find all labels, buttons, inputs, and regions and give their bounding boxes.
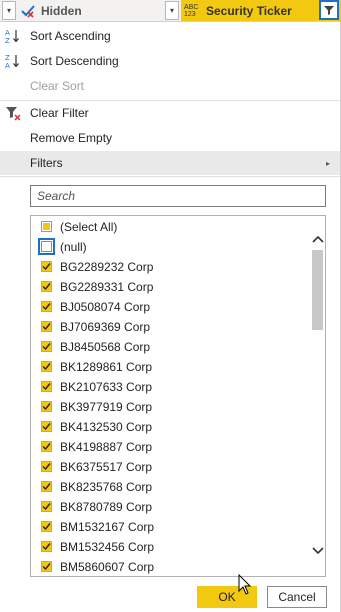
item-label: BM1532167 Corp xyxy=(60,520,155,534)
list-item-null[interactable]: (null) xyxy=(31,237,309,257)
clear-filter-icon xyxy=(5,105,21,121)
null-checkbox[interactable] xyxy=(38,238,55,255)
item-checkbox[interactable] xyxy=(41,481,52,492)
list-item[interactable]: BK2107633 Corp xyxy=(31,377,309,397)
list-item[interactable]: BG2289331 Corp xyxy=(31,277,309,297)
list-item[interactable]: BK1289861 Corp xyxy=(31,357,309,377)
item-label: BJ0508074 Corp xyxy=(60,300,151,314)
chevron-up-icon[interactable] xyxy=(309,230,325,248)
item-checkbox[interactable] xyxy=(41,381,52,392)
filter-icon xyxy=(324,6,334,15)
clear-filter-item[interactable]: Clear Filter xyxy=(0,101,340,125)
item-label: BK4198887 Corp xyxy=(60,440,153,454)
filter-dropdown-button[interactable] xyxy=(319,0,339,20)
filters-submenu-item[interactable]: Filters ▸ xyxy=(0,151,340,175)
values-list[interactable]: (Select All) (null) BG2289232 Corp BG2289… xyxy=(30,215,326,577)
list-item[interactable]: BJ0508074 Corp xyxy=(31,297,309,317)
item-checkbox[interactable] xyxy=(41,521,52,532)
item-label: BG2289331 Corp xyxy=(60,280,154,294)
sort-ascending-item[interactable]: A Z Sort Ascending xyxy=(0,24,340,48)
remove-empty-item[interactable]: Remove Empty xyxy=(0,126,340,150)
sort-descending-icon: Z A xyxy=(5,53,21,70)
svg-text:A: A xyxy=(5,62,10,69)
clear-sort-label: Clear Sort xyxy=(30,79,85,93)
item-checkbox[interactable] xyxy=(41,461,52,472)
null-label: (null) xyxy=(60,240,87,254)
item-checkbox[interactable] xyxy=(41,561,52,572)
item-label: BG2289232 Corp xyxy=(60,260,154,274)
item-checkbox[interactable] xyxy=(41,501,52,512)
clear-filter-label: Clear Filter xyxy=(30,106,89,120)
column-header-bar: ▾ Hidden ▾ ABC 123 Security Ticker xyxy=(0,0,341,22)
item-checkbox[interactable] xyxy=(41,361,52,372)
list-scrollbar[interactable] xyxy=(309,216,325,576)
list-item[interactable]: BK3977919 Corp xyxy=(31,397,309,417)
sort-descending-item[interactable]: Z A Sort Descending xyxy=(0,49,340,73)
search-box[interactable] xyxy=(30,185,326,207)
list-item[interactable]: BM1532456 Corp xyxy=(31,537,309,557)
hidden-column-label: Hidden xyxy=(41,3,82,18)
sort-ascending-label: Sort Ascending xyxy=(30,29,111,43)
sort-descending-label: Sort Descending xyxy=(30,54,119,68)
remove-empty-label: Remove Empty xyxy=(30,131,113,145)
search-input[interactable] xyxy=(31,186,325,206)
select-all-label: (Select All) xyxy=(60,220,118,234)
item-checkbox[interactable] xyxy=(41,261,52,272)
list-item-select-all[interactable]: (Select All) xyxy=(31,217,309,237)
text-type-icon: ABC 123 xyxy=(184,3,199,18)
svg-text:Z: Z xyxy=(5,37,10,44)
chevron-right-icon: ▸ xyxy=(325,158,330,168)
list-item[interactable]: BK4132530 Corp xyxy=(31,417,309,437)
item-label: BK8780789 Corp xyxy=(60,500,153,514)
item-checkbox[interactable] xyxy=(41,281,52,292)
cancel-button[interactable]: Cancel xyxy=(267,586,327,608)
item-label: BK2107633 Corp xyxy=(60,380,153,394)
mouse-cursor-icon xyxy=(238,574,252,595)
list-item[interactable]: BM1532167 Corp xyxy=(31,517,309,537)
item-label: BM1532456 Corp xyxy=(60,540,155,554)
list-item[interactable]: BK8235768 Corp xyxy=(31,477,309,497)
item-label: BM5860607 Corp xyxy=(60,560,155,574)
item-label: BK6375517 Corp xyxy=(60,460,153,474)
svg-text:A: A xyxy=(5,29,10,37)
item-checkbox[interactable] xyxy=(41,421,52,432)
sort-ascending-icon: A Z xyxy=(5,28,21,45)
item-label: BJ8450568 Corp xyxy=(60,340,151,354)
item-label: BJ7069369 Corp xyxy=(60,320,151,334)
list-item[interactable]: BG2289232 Corp xyxy=(31,257,309,277)
filters-label: Filters xyxy=(30,156,63,170)
item-label: BK8235768 Corp xyxy=(60,480,153,494)
hidden-column-icon xyxy=(21,4,35,18)
list-item[interactable]: BJ8450568 Corp xyxy=(31,337,309,357)
item-checkbox[interactable] xyxy=(41,321,52,332)
item-label: BK3977919 Corp xyxy=(60,400,153,414)
item-label: BK4132530 Corp xyxy=(60,420,153,434)
item-checkbox[interactable] xyxy=(41,541,52,552)
item-label: BK1289861 Corp xyxy=(60,360,153,374)
list-item[interactable]: BM5860607 Corp xyxy=(31,557,309,576)
column-menu-dropdown[interactable]: ▾ xyxy=(2,1,16,20)
list-item[interactable]: BK4198887 Corp xyxy=(31,437,309,457)
item-checkbox[interactable] xyxy=(41,441,52,452)
svg-text:Z: Z xyxy=(5,54,10,62)
item-checkbox[interactable] xyxy=(41,301,52,312)
hidden-column-dropdown[interactable]: ▾ xyxy=(165,1,179,20)
menu-divider xyxy=(0,176,340,177)
chevron-down-icon[interactable] xyxy=(309,542,325,560)
security-ticker-column-header[interactable]: ABC 123 Security Ticker xyxy=(181,0,341,21)
select-all-checkbox[interactable] xyxy=(41,221,52,232)
scrollbar-thumb[interactable] xyxy=(312,250,323,330)
item-checkbox[interactable] xyxy=(41,341,52,352)
list-item[interactable]: BK8780789 Corp xyxy=(31,497,309,517)
list-item[interactable]: BJ7069369 Corp xyxy=(31,317,309,337)
clear-sort-item: Clear Sort xyxy=(0,74,340,98)
hidden-column-header[interactable]: ▾ Hidden ▾ xyxy=(2,0,180,21)
item-checkbox[interactable] xyxy=(41,401,52,412)
list-item[interactable]: BK6375517 Corp xyxy=(31,457,309,477)
security-ticker-label: Security Ticker xyxy=(206,3,292,18)
